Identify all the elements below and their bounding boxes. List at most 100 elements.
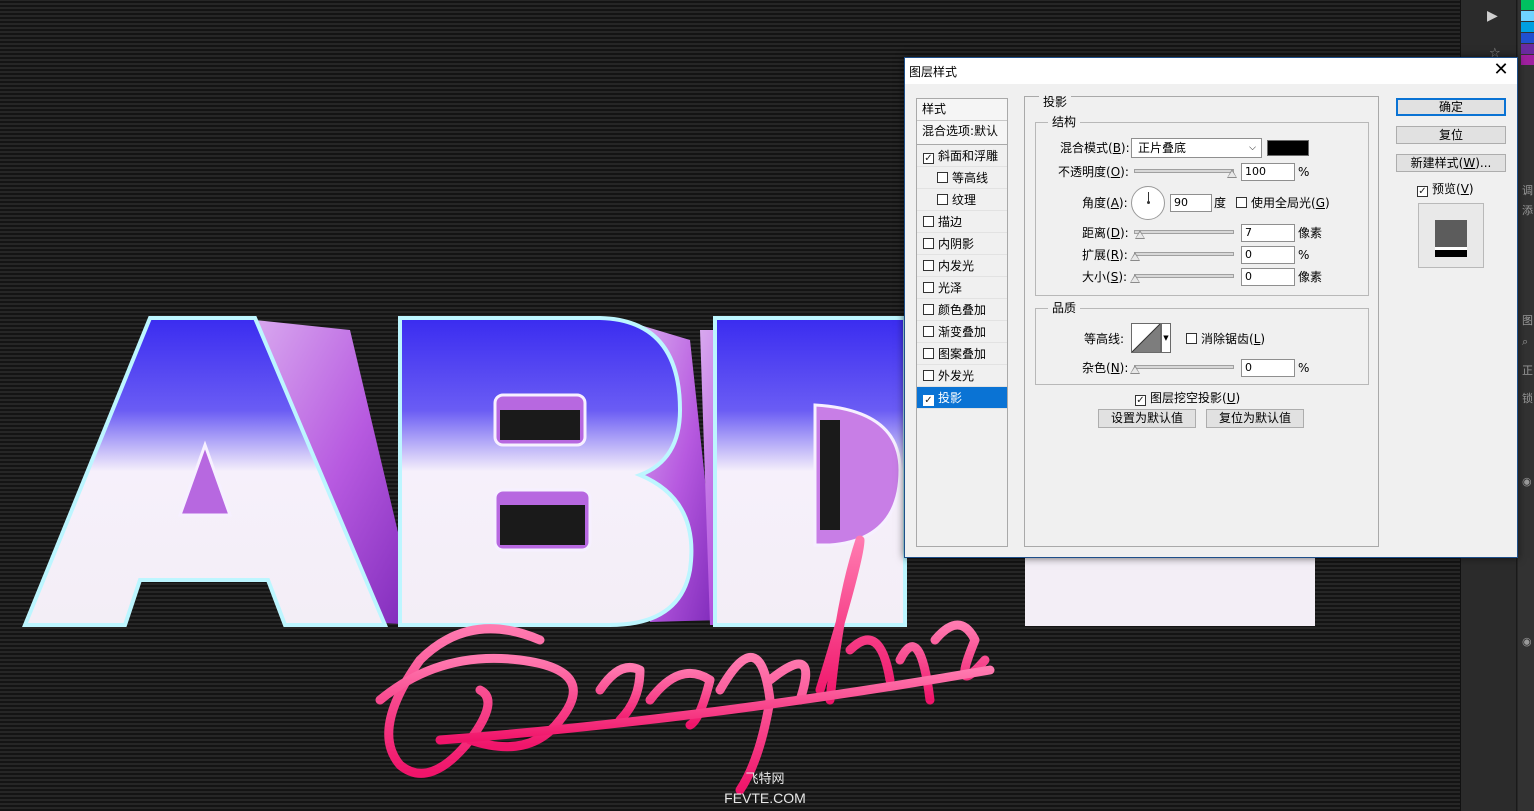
checkbox-box[interactable] — [923, 304, 934, 315]
distance-unit: 像素 — [1298, 226, 1323, 240]
size-slider-thumb[interactable] — [1130, 274, 1140, 283]
quality-group: 品质 等高线: ▼ 消除锯齿(L) 杂色(N): 0 % — [1035, 301, 1369, 385]
eye-icon[interactable]: ◉ — [1522, 635, 1532, 648]
size-slider-track[interactable] — [1134, 274, 1234, 278]
layer-style-dialog: 图层样式 ✕ 样式 混合选项:默认 ✓ 斜面和浮雕等高线纹理 描边内阴影内发光光泽颜… — [904, 57, 1518, 558]
checkbox-box[interactable]: ✓ — [923, 395, 934, 406]
style-item[interactable]: 光泽 — [917, 277, 1007, 299]
checkbox-box[interactable] — [923, 238, 934, 249]
letter-d-shape — [700, 316, 907, 627]
checkbox-box[interactable] — [937, 194, 948, 205]
noise-slider-track[interactable] — [1134, 365, 1234, 369]
color-swatch[interactable] — [1521, 55, 1534, 65]
preview-checkbox[interactable]: ✓ 预览(V) — [1417, 182, 1474, 197]
color-swatch[interactable] — [1521, 0, 1534, 10]
distance-slider-track[interactable] — [1134, 230, 1234, 234]
checkbox-box[interactable] — [923, 260, 934, 271]
checkbox-box[interactable]: ✓ — [923, 153, 934, 164]
opacity-slider-thumb[interactable] — [1227, 169, 1237, 178]
style-item[interactable]: 内发光 — [917, 255, 1007, 277]
checkbox-box[interactable] — [923, 370, 934, 381]
knockout-checkbox[interactable]: ✓ 图层挖空投影(U) — [1135, 391, 1240, 406]
style-item[interactable]: 等高线 — [917, 167, 1007, 189]
dialog-titlebar[interactable]: 图层样式 ✕ — [905, 58, 1517, 84]
color-swatch[interactable] — [1521, 11, 1534, 21]
checkbox-box[interactable] — [937, 172, 948, 183]
opacity-slider-track[interactable] — [1134, 169, 1234, 173]
checkbox-box[interactable] — [923, 348, 934, 359]
set-default-button[interactable]: 设置为默认值 — [1098, 409, 1196, 428]
distance-slider-thumb[interactable] — [1135, 230, 1145, 239]
style-list-header[interactable]: 样式 — [917, 99, 1007, 121]
spread-slider-track[interactable] — [1134, 252, 1234, 256]
blend-mode-label: 混合模式(B): — [1060, 141, 1130, 155]
checkbox-box[interactable] — [923, 216, 934, 227]
style-item-label: 内阴影 — [938, 237, 975, 251]
distance-label: 距离(D): — [1082, 226, 1129, 240]
checkbox-box[interactable] — [1236, 197, 1247, 208]
style-item[interactable]: ✓ 投影 — [917, 387, 1007, 409]
reset-button[interactable]: 复位 — [1396, 126, 1506, 144]
size-label: 大小(S): — [1082, 270, 1128, 284]
distance-input[interactable]: 7 — [1241, 224, 1295, 242]
ok-button[interactable]: 确定 — [1396, 98, 1506, 116]
blend-mode-glyph[interactable]: 正 — [1522, 362, 1533, 378]
checkbox-box[interactable]: ✓ — [1417, 186, 1428, 197]
style-item[interactable]: 内阴影 — [917, 233, 1007, 255]
panel-tab-add[interactable]: 添 — [1522, 202, 1533, 218]
style-item-label: 内发光 — [938, 259, 975, 273]
style-item-label: 图案叠加 — [938, 347, 987, 361]
color-swatch[interactable] — [1521, 33, 1534, 43]
contour-picker[interactable] — [1131, 323, 1161, 353]
style-item-label: 颜色叠加 — [938, 303, 987, 317]
style-item[interactable]: ✓ 斜面和浮雕 — [917, 145, 1007, 167]
style-item[interactable]: 外发光 — [917, 365, 1007, 387]
play-icon[interactable]: ▶ — [1487, 8, 1498, 24]
checkbox-box[interactable]: ✓ — [1135, 395, 1146, 406]
blend-options-item[interactable]: 混合选项:默认 — [917, 121, 1007, 145]
chevron-down-icon: ⌵ — [1249, 143, 1256, 153]
spread-unit: % — [1298, 248, 1310, 262]
noise-slider-thumb[interactable] — [1130, 365, 1140, 374]
global-light-checkbox[interactable]: 使用全局光(G) — [1236, 196, 1330, 210]
style-list: 样式 混合选项:默认 ✓ 斜面和浮雕等高线纹理 描边内阴影内发光光泽颜色叠加渐变叠加… — [916, 98, 1008, 547]
shadow-color-swatch[interactable] — [1267, 140, 1309, 156]
opacity-input[interactable]: 100 — [1241, 163, 1295, 181]
angle-dial[interactable] — [1131, 186, 1165, 220]
blend-mode-select[interactable]: 正片叠底 ⌵ — [1131, 138, 1262, 158]
chevron-down-icon[interactable]: ▼ — [1161, 323, 1171, 353]
preview-highlight — [1435, 247, 1467, 250]
checkbox-box[interactable] — [1186, 333, 1197, 344]
style-item[interactable]: 描边 — [917, 211, 1007, 233]
letter-e-fragment — [1025, 558, 1315, 626]
section-title: 投影 — [1039, 95, 1072, 109]
structure-title: 结构 — [1048, 115, 1081, 129]
eye-icon[interactable]: ◉ — [1522, 475, 1532, 488]
panel-tab-layers[interactable]: 图 — [1522, 312, 1533, 328]
search-icon[interactable]: ⌕ — [1522, 335, 1528, 349]
watermark-cn: 飞特网 — [745, 771, 785, 786]
angle-input[interactable]: 90 — [1170, 194, 1212, 212]
anti-alias-checkbox[interactable]: 消除锯齿(L) — [1186, 332, 1265, 346]
reset-default-button[interactable]: 复位为默认值 — [1206, 409, 1304, 428]
spread-input[interactable]: 0 — [1241, 246, 1295, 264]
style-preview — [1418, 203, 1484, 268]
color-swatch[interactable] — [1521, 22, 1534, 32]
new-style-button[interactable]: 新建样式(W)... — [1396, 154, 1506, 172]
close-icon[interactable]: ✕ — [1491, 60, 1511, 80]
size-unit: 像素 — [1298, 270, 1323, 284]
color-swatch[interactable] — [1521, 44, 1534, 54]
angle-unit: 度 — [1214, 196, 1227, 210]
size-input[interactable]: 0 — [1241, 268, 1295, 286]
style-item[interactable]: 纹理 — [917, 189, 1007, 211]
noise-input[interactable]: 0 — [1241, 359, 1295, 377]
panel-tab-adjust[interactable]: 调 — [1522, 182, 1533, 198]
style-item-label: 等高线 — [952, 171, 989, 185]
style-item[interactable]: 颜色叠加 — [917, 299, 1007, 321]
style-item[interactable]: 渐变叠加 — [917, 321, 1007, 343]
checkbox-box[interactable] — [923, 282, 934, 293]
spread-slider-thumb[interactable] — [1130, 252, 1140, 261]
style-item[interactable]: 图案叠加 — [917, 343, 1007, 365]
checkbox-box[interactable] — [923, 326, 934, 337]
drop-shadow-panel: 投影 结构 混合模式(B): 正片叠底 ⌵ 不透明度(O): 100 % 角度(… — [1024, 95, 1379, 547]
